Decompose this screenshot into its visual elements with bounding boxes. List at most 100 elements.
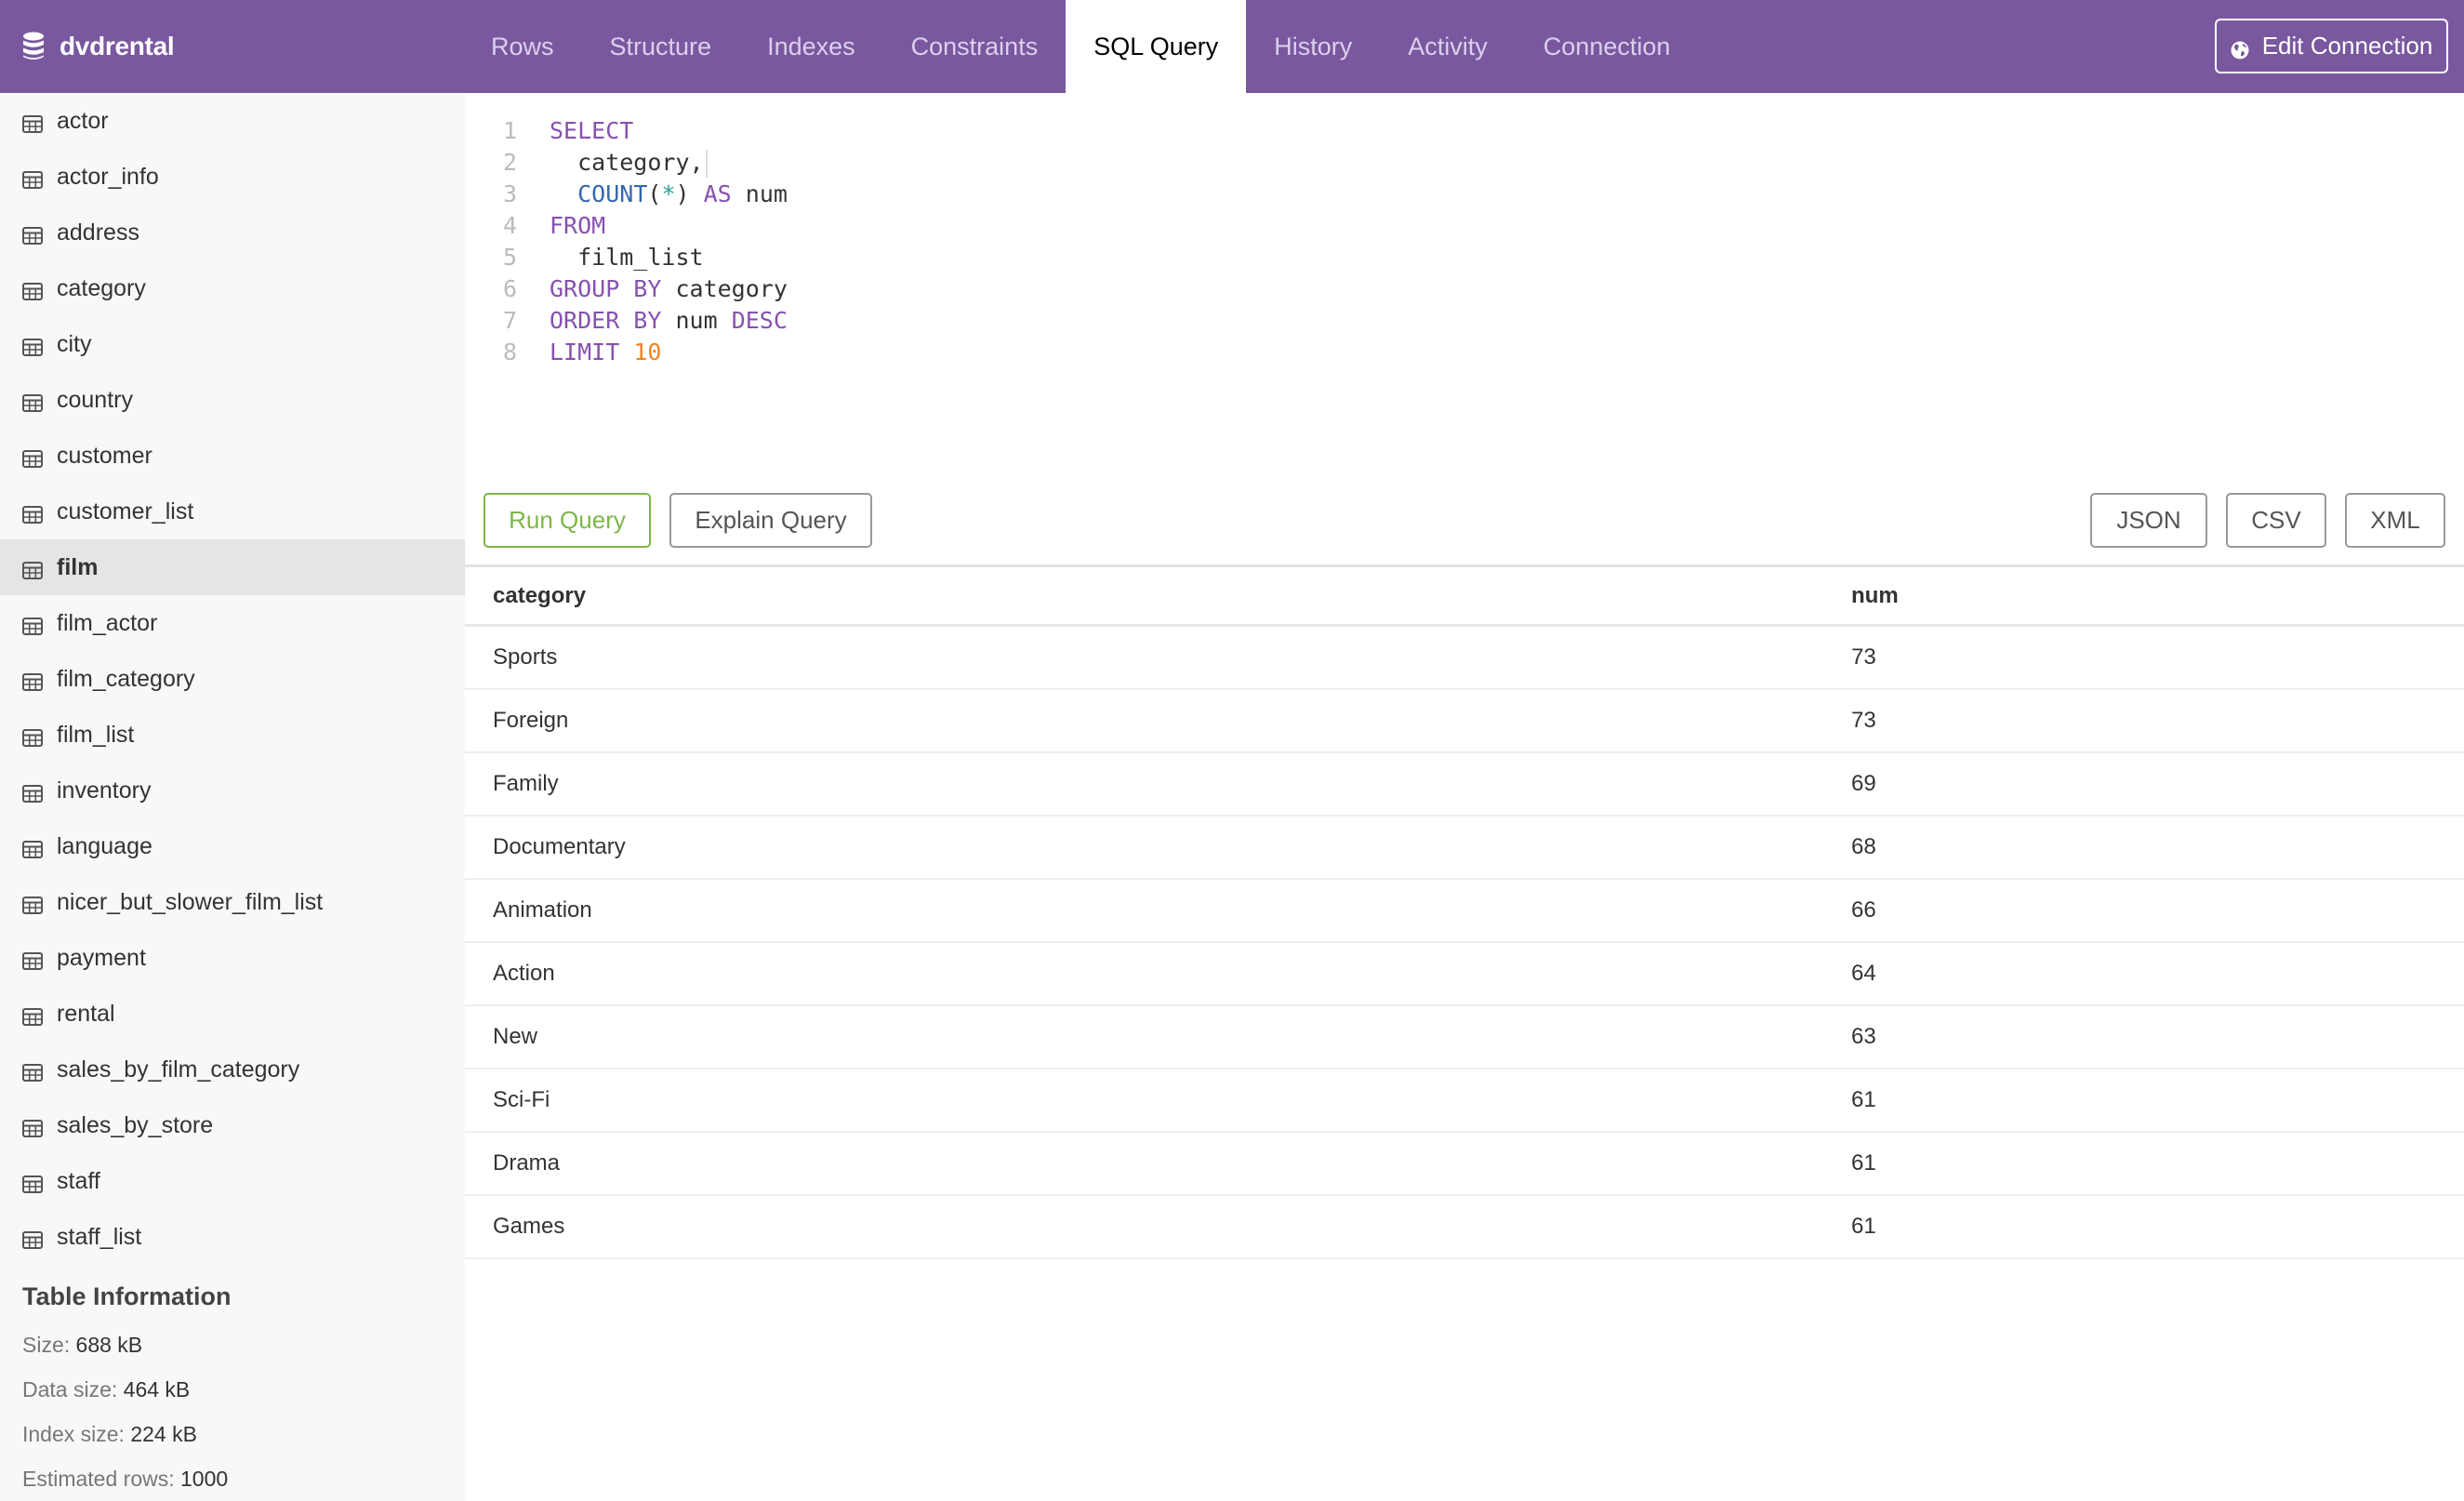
table-row[interactable]: Drama 61 (465, 1133, 2464, 1196)
sidebar-item-address[interactable]: address (0, 205, 465, 260)
cell-category: Sci-Fi (493, 1087, 550, 1112)
results-table: category num Sports 73 Foreign 73 Family 69 Do… (465, 565, 2464, 1259)
table-icon (22, 671, 43, 691)
tab-activity[interactable]: Activity (1380, 0, 1516, 93)
export-xml-button[interactable]: XML (2345, 493, 2445, 548)
edit-connection-button[interactable]: Edit Connection (2215, 19, 2448, 73)
sql-token: film_list (550, 244, 704, 271)
table-icon (22, 392, 43, 412)
tab-indexes[interactable]: Indexes (739, 0, 883, 93)
table-row[interactable]: Sci-Fi 61 (465, 1069, 2464, 1133)
sidebar-item-city[interactable]: city (0, 316, 465, 372)
column-header-category[interactable]: category (465, 583, 1851, 609)
cell-num: 63 (1851, 1024, 1876, 1049)
sidebar-item-actor[interactable]: actor (0, 93, 465, 149)
explain-query-button[interactable]: Explain Query (669, 493, 872, 548)
sidebar-item-category[interactable]: category (0, 260, 465, 316)
sidebar-item-country[interactable]: country (0, 372, 465, 428)
cell-category: Action (493, 961, 555, 986)
database-name: dvdrental (60, 32, 175, 60)
table-list: actor actor_infoaddress category city countr… (0, 93, 465, 1265)
cell-num: 66 (1851, 897, 1876, 923)
table-information-title: Table Information (22, 1282, 232, 1310)
table-row[interactable]: Action 64 (465, 943, 2464, 1006)
sidebar-item-label: city (57, 330, 92, 357)
tab-constraints[interactable]: Constraints (883, 0, 1066, 93)
cell-num: 73 (1851, 644, 1876, 670)
info-value: 464 kB (123, 1377, 191, 1401)
sql-keyword: AS (703, 180, 732, 207)
sidebar-item-nicer-but-slower-film-list[interactable]: nicer_but_slower_film_list (0, 874, 465, 930)
sql-token: ( (647, 180, 662, 207)
brand[interactable]: dvdrental (22, 0, 175, 93)
table-icon (22, 336, 43, 356)
table-row[interactable]: Documentary 68 (465, 817, 2464, 880)
info-estimated-rows: Estimated rows: 1000 (22, 1456, 450, 1501)
sql-token: num (731, 180, 788, 207)
sql-number: 10 (633, 339, 662, 365)
line-number: 7 (502, 307, 517, 334)
sidebar-item-label: language (57, 832, 152, 859)
cell-category: Sports (493, 644, 558, 670)
text-cursor (705, 150, 708, 178)
cell-num: 61 (1851, 1087, 1876, 1112)
tab-structure[interactable]: Structure (582, 0, 740, 93)
table-row[interactable]: Games 61 (465, 1196, 2464, 1259)
table-icon (22, 1229, 43, 1249)
table-row[interactable]: Sports 73 (465, 627, 2464, 690)
sidebar-item-sales-by-film-category[interactable]: sales_by_film_category (0, 1042, 465, 1097)
cell-category: Games (493, 1214, 565, 1239)
sidebar-item-payment[interactable]: payment (0, 930, 465, 986)
sidebar-item-label: sales_by_film_category (57, 1056, 300, 1083)
table-row[interactable]: New 63 (465, 1006, 2464, 1069)
table-row[interactable]: Family 69 (465, 753, 2464, 817)
sidebar-item-actor-info[interactable]: actor_info (0, 149, 465, 205)
tab-history[interactable]: History (1246, 0, 1380, 93)
sidebar-item-film[interactable]: film (0, 539, 465, 595)
sidebar-item-label: staff_list (57, 1223, 142, 1250)
tab-sql-query[interactable]: SQL Query (1066, 0, 1247, 93)
table-icon (22, 726, 43, 747)
sidebar-item-staff[interactable]: staff (0, 1153, 465, 1209)
column-header-num[interactable]: num (1851, 583, 1899, 609)
sidebar-item-rental[interactable]: rental (0, 986, 465, 1042)
sidebar-item-label: customer (57, 442, 152, 469)
sidebar-item-film-list[interactable]: film_list (0, 707, 465, 763)
tab-connection[interactable]: Connection (1516, 0, 1699, 93)
export-csv-button[interactable]: CSV (2226, 493, 2326, 548)
export-json-button[interactable]: JSON (2090, 493, 2207, 548)
info-label: Index size: (22, 1422, 125, 1446)
code-line: 6 GROUP BY category (465, 273, 2464, 305)
sidebar-item-customer[interactable]: customer (0, 428, 465, 484)
run-query-button[interactable]: Run Query (484, 493, 651, 548)
table-icon (22, 1061, 43, 1082)
sql-token: * (661, 180, 676, 207)
line-number: 8 (502, 339, 517, 365)
results-body: Sports 73 Foreign 73 Family 69 Documentary 68 An… (465, 627, 2464, 1259)
table-icon (22, 894, 43, 914)
sidebar-item-label: film (57, 553, 99, 580)
sql-function: COUNT (577, 180, 648, 207)
sidebar-item-language[interactable]: language (0, 818, 465, 874)
sidebar-item-film-actor[interactable]: film_actor (0, 595, 465, 651)
sidebar: actor actor_infoaddress category city countr… (0, 93, 465, 1501)
table-row[interactable]: Foreign 73 (465, 690, 2464, 753)
sidebar-item-label: category (57, 274, 146, 301)
sidebar-item-sales-by-store[interactable]: sales_by_store (0, 1097, 465, 1153)
info-label: Estimated rows: (22, 1467, 175, 1491)
table-icon (22, 559, 43, 579)
table-icon (22, 1005, 43, 1026)
info-label: Size: (22, 1333, 71, 1357)
sidebar-item-staff-list[interactable]: staff_list (0, 1209, 465, 1265)
line-number: 1 (502, 117, 517, 144)
sidebar-item-film-category[interactable]: film_category (0, 651, 465, 707)
tab-rows[interactable]: Rows (463, 0, 582, 93)
sidebar-item-label: actor_info (57, 163, 159, 190)
table-row[interactable]: Animation 66 (465, 880, 2464, 943)
code-line: 8 LIMIT 10 (465, 337, 2464, 368)
sidebar-item-customer-list[interactable]: customer_list (0, 484, 465, 539)
sql-keyword: LIMIT (550, 339, 620, 365)
sidebar-item-inventory[interactable]: inventory (0, 763, 465, 818)
sql-editor[interactable]: 1 SELECT 2 category, 3 COUNT(*) AS num 4 FROM… (465, 93, 2464, 465)
